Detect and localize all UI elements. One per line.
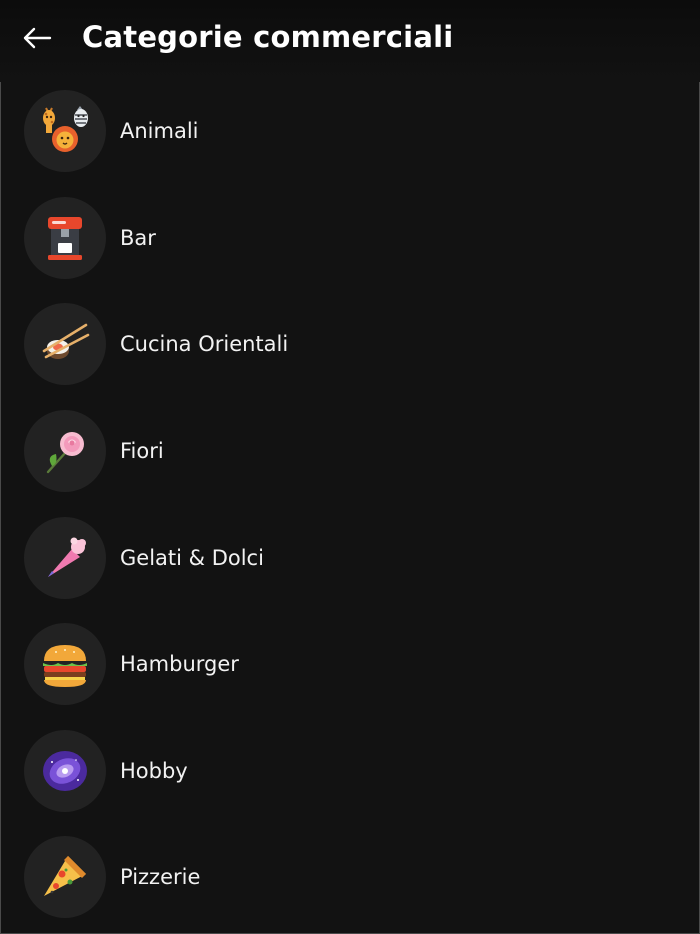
hamburger-icon bbox=[43, 645, 87, 688]
category-item-gelati-dolci[interactable]: Gelati & Dolci bbox=[0, 504, 700, 611]
category-avatar bbox=[24, 410, 106, 493]
category-item-fiori[interactable]: Fiori bbox=[0, 398, 700, 505]
category-avatar bbox=[24, 729, 106, 812]
galaxy-icon bbox=[43, 750, 87, 791]
arrow-left-icon bbox=[23, 27, 52, 49]
category-avatar bbox=[24, 836, 106, 919]
category-item-animali[interactable]: Animali bbox=[0, 78, 700, 185]
category-label: Fiori bbox=[120, 439, 164, 464]
animals-icon bbox=[43, 106, 88, 153]
rose-icon bbox=[46, 432, 84, 474]
category-item-cucina-orientali[interactable]: Cucina Orientali bbox=[0, 291, 700, 398]
coffee-machine-icon bbox=[48, 216, 82, 260]
category-label: Animali bbox=[120, 119, 199, 144]
category-label: Hamburger bbox=[120, 652, 239, 677]
category-label: Hobby bbox=[120, 758, 188, 783]
category-avatar bbox=[24, 303, 106, 386]
category-label: Bar bbox=[120, 225, 156, 250]
pizza-slice-icon bbox=[44, 856, 86, 897]
category-avatar bbox=[24, 623, 106, 706]
page-title: Categorie commerciali bbox=[82, 20, 454, 54]
back-button[interactable] bbox=[14, 18, 60, 58]
category-item-hobby[interactable]: Hobby bbox=[0, 718, 700, 825]
category-label: Cucina Orientali bbox=[120, 332, 289, 357]
piping-bag-icon bbox=[48, 537, 86, 577]
category-item-hamburger[interactable]: Hamburger bbox=[0, 611, 700, 718]
app-bar: Categorie commerciali bbox=[0, 0, 700, 82]
category-avatar bbox=[24, 516, 106, 599]
category-label: Gelati & Dolci bbox=[120, 545, 264, 570]
category-item-pizzerie[interactable]: Pizzerie bbox=[0, 824, 700, 931]
category-list: Animali Bar Cucina Orientali Fiori Gelat… bbox=[0, 78, 700, 931]
category-item-bar[interactable]: Bar bbox=[0, 185, 700, 292]
category-avatar bbox=[24, 196, 106, 279]
category-avatar bbox=[24, 90, 106, 173]
sushi-chopsticks-icon bbox=[42, 324, 90, 360]
category-label: Pizzerie bbox=[120, 865, 201, 890]
